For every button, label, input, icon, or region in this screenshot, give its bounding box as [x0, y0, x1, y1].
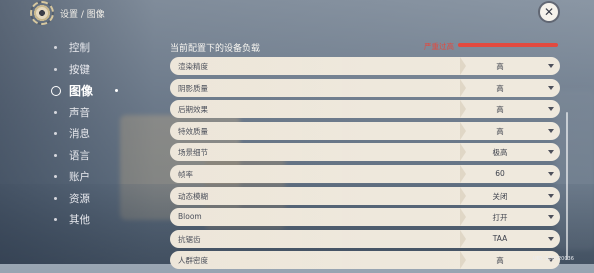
dropdown-caret-icon — [548, 85, 554, 90]
sidebar-item-label: 资源 — [69, 192, 90, 205]
selected-ring-icon — [51, 85, 61, 96]
sidebar-item-other[interactable]: 其他 — [48, 209, 128, 231]
setting-label: 场景细节 — [178, 148, 208, 158]
sidebar-item-audio[interactable]: 声音 — [48, 102, 128, 124]
dropdown-caret-icon — [548, 64, 554, 68]
setting-label: 动态模糊 — [178, 191, 208, 201]
setting-crowd-density[interactable]: 人群密度 高 — [170, 251, 560, 270]
sidebar-item-label: 消息 — [69, 128, 90, 141]
sidebar-item-account[interactable]: 账户 — [48, 166, 128, 188]
sidebar-item-graphics[interactable]: 图像 — [48, 80, 128, 102]
uid-label: UID: 100720036 — [533, 256, 574, 262]
setting-bloom[interactable]: Bloom 打开 — [170, 208, 560, 227]
setting-label: 人群密度 — [178, 256, 208, 266]
setting-value: 打开 — [492, 213, 508, 223]
sidebar-item-resources[interactable]: 资源 — [48, 188, 128, 210]
bullet-icon — [54, 175, 57, 179]
setting-anti-aliasing[interactable]: 抗锯齿 TAA — [170, 229, 560, 248]
device-load-level: 严重过高 — [424, 42, 454, 51]
bullet-icon — [54, 218, 57, 222]
setting-shadow-quality[interactable]: 阴影质量 高 — [170, 78, 560, 97]
bullet-icon — [54, 153, 57, 157]
settings-gear-icon — [30, 1, 54, 25]
dropdown-caret-icon — [548, 128, 554, 133]
device-load-title: 当前配置下的设备负载 — [170, 44, 261, 54]
settings-scrollbar[interactable] — [566, 112, 568, 260]
setting-label: 抗锯齿 — [178, 234, 201, 244]
selected-indicator-icon — [115, 89, 119, 93]
dropdown-caret-icon — [548, 107, 554, 112]
bullet-icon — [54, 67, 57, 71]
dropdown-caret-icon — [548, 171, 554, 176]
setting-value: 60 — [495, 168, 505, 178]
bullet-icon — [54, 132, 57, 136]
setting-scene-detail[interactable]: 场景细节 极高 — [170, 143, 560, 162]
sidebar-item-label: 声音 — [69, 106, 90, 119]
sidebar-item-label: 控制 — [69, 42, 90, 55]
setting-value: 高 — [496, 62, 504, 71]
graphics-settings-list: 渲染精度 高 阴影质量 高 后期效果 高 特效质量 高 场景细节 极高 帧率 6… — [170, 57, 560, 273]
setting-effects-quality[interactable]: 特效质量 高 — [170, 121, 560, 140]
setting-value: 高 — [496, 126, 504, 136]
sidebar-item-keybinds[interactable]: 按键 — [48, 59, 128, 81]
setting-frame-rate[interactable]: 帧率 60 — [170, 164, 560, 183]
sidebar-item-language[interactable]: 语言 — [48, 145, 128, 167]
dropdown-caret-icon — [548, 150, 554, 155]
close-button[interactable]: ✕ — [540, 3, 558, 21]
sidebar-item-controls[interactable]: 控制 — [48, 37, 128, 59]
sidebar-item-label: 语言 — [69, 149, 90, 162]
setting-label: 特效质量 — [178, 126, 208, 136]
bullet-icon — [54, 46, 57, 50]
setting-motion-blur[interactable]: 动态模糊 关闭 — [170, 186, 560, 205]
sidebar-item-notifications[interactable]: 消息 — [48, 123, 128, 145]
bullet-icon — [54, 196, 57, 200]
setting-label: 渲染精度 — [178, 62, 208, 71]
setting-post-processing[interactable]: 后期效果 高 — [170, 100, 560, 119]
sidebar-item-label: 其他 — [69, 214, 90, 227]
sidebar-item-label: 账户 — [69, 171, 90, 184]
sidebar-item-label: 图像 — [69, 84, 94, 99]
close-icon: ✕ — [543, 5, 555, 19]
dropdown-caret-icon — [548, 193, 554, 198]
sidebar-item-label: 按键 — [69, 63, 90, 76]
dropdown-caret-icon — [548, 215, 554, 220]
setting-label: Bloom — [178, 212, 202, 222]
setting-value: 极高 — [492, 148, 508, 158]
setting-value: 高 — [496, 256, 504, 266]
setting-label: 阴影质量 — [178, 83, 208, 93]
setting-label: 后期效果 — [178, 105, 208, 115]
setting-value: 高 — [496, 83, 504, 93]
device-load-bar — [458, 43, 558, 47]
bullet-icon — [54, 110, 57, 114]
breadcrumb: 设置 / 图像 — [60, 10, 105, 20]
setting-value: 关闭 — [492, 191, 508, 201]
dropdown-caret-icon — [548, 236, 554, 241]
setting-label: 帧率 — [178, 169, 193, 179]
sidebar: 控制 按键 图像 声音 消息 语言 账户 资源 其他 — [48, 37, 128, 231]
setting-value: TAA — [492, 233, 508, 243]
setting-render-resolution[interactable]: 渲染精度 高 — [170, 57, 560, 75]
setting-value: 高 — [496, 105, 504, 115]
